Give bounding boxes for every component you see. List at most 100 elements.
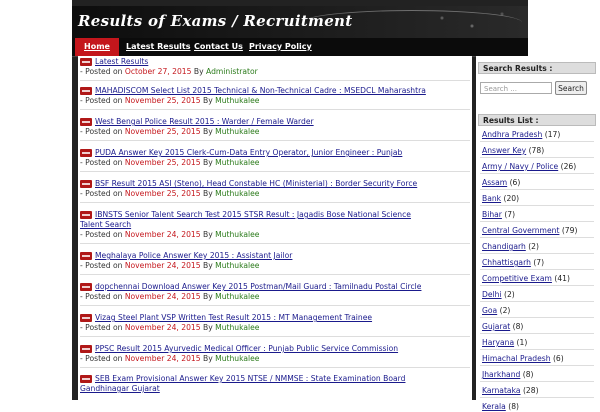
post-author[interactable]: Muthukalee	[215, 292, 259, 301]
category-count: (20)	[503, 194, 520, 203]
post-divider	[80, 336, 470, 337]
post-author[interactable]: Muthukalee	[215, 158, 259, 167]
nav-privacy-policy[interactable]: Privacy Policy	[249, 38, 312, 56]
post-title-link[interactable]: Latest Results	[95, 57, 148, 67]
post-author[interactable]: Muthukalee	[215, 189, 259, 198]
category-divider	[480, 173, 594, 174]
category-link[interactable]: Karnataka	[482, 386, 521, 395]
category-link[interactable]: Delhi	[482, 290, 502, 299]
post-title-link-continued[interactable]: Talent Search	[80, 220, 470, 230]
category-count: (6)	[552, 354, 564, 363]
post-date: November 25, 2015	[124, 127, 201, 136]
post-author[interactable]: Muthukalee	[215, 127, 259, 136]
post-author[interactable]: Administrator	[206, 67, 258, 76]
category-count: (6)	[509, 178, 521, 187]
post-item: PUDA Answer Key 2015 Clerk-Cum-Data Entr…	[80, 148, 470, 172]
post-divider	[80, 202, 470, 203]
result-thumbnail-icon	[80, 87, 92, 95]
category-item: Army / Navy / Police (26)	[482, 162, 594, 172]
nav-latest-results[interactable]: Latest Results	[126, 38, 191, 56]
category-link[interactable]: Bank	[482, 194, 501, 203]
post-title-link[interactable]: PUDA Answer Key 2015 Clerk-Cum-Data Entr…	[95, 148, 402, 158]
category-divider	[480, 317, 594, 318]
result-thumbnail-icon	[80, 252, 92, 260]
post-author[interactable]: Muthukalee	[215, 230, 259, 239]
post-divider	[80, 274, 470, 275]
by-label: By	[203, 261, 213, 270]
category-link[interactable]: Kerala	[482, 402, 506, 411]
nav-home[interactable]: Home	[75, 38, 119, 56]
category-link[interactable]: Competitive Exam	[482, 274, 552, 283]
post-title-link[interactable]: Vizag Steel Plant VSP Written Test Resul…	[95, 313, 372, 323]
category-link[interactable]: Jharkhand	[482, 370, 520, 379]
category-item: Chhattisgarh (7)	[482, 258, 594, 268]
category-link[interactable]: Central Government	[482, 226, 559, 235]
category-divider	[480, 397, 594, 398]
post-title-link[interactable]: dopchennai Download Answer Key 2015 Post…	[95, 282, 421, 292]
category-divider	[480, 269, 594, 270]
post-date: November 24, 2015	[124, 230, 201, 239]
post-title-link[interactable]: SEB Exam Provisional Answer Key 2015 NTS…	[95, 374, 405, 384]
site-title[interactable]: Results of Exams / Recruitment	[78, 12, 353, 30]
post-author[interactable]: Muthukalee	[215, 354, 259, 363]
category-item: Gujarat (8)	[482, 322, 594, 332]
post-item: BSF Result 2015 ASI (Steno), Head Consta…	[80, 179, 470, 203]
category-count: (1)	[516, 338, 528, 347]
category-link[interactable]: Himachal Pradesh	[482, 354, 551, 363]
post-title-link[interactable]: MAHADISCOM Select List 2015 Technical & …	[95, 86, 426, 96]
post-list: Latest Results - Posted on October 27, 2…	[78, 56, 472, 400]
category-link[interactable]: Gujarat	[482, 322, 510, 331]
category-link[interactable]: Army / Navy / Police	[482, 162, 558, 171]
search-input[interactable]: Search ...	[480, 82, 552, 94]
category-item: Bank (20)	[482, 194, 594, 204]
category-item: Delhi (2)	[482, 290, 594, 300]
category-link[interactable]: Chandigarh	[482, 242, 526, 251]
category-count: (2)	[499, 306, 511, 315]
post-title-link-continued[interactable]: Gandhinagar Gujarat	[80, 384, 470, 394]
posted-prefix: - Posted on	[80, 127, 123, 136]
result-thumbnail-icon	[80, 375, 92, 383]
posted-prefix: - Posted on	[80, 158, 123, 167]
category-link[interactable]: Goa	[482, 306, 497, 315]
category-item: Chandigarh (2)	[482, 242, 594, 252]
post-author[interactable]: Muthukalee	[215, 96, 259, 105]
category-link[interactable]: Bihar	[482, 210, 502, 219]
posted-prefix: - Posted on	[80, 67, 123, 76]
by-label: By	[193, 67, 204, 76]
category-divider	[480, 157, 594, 158]
category-link[interactable]: Andhra Pradesh	[482, 130, 542, 139]
category-divider	[480, 237, 594, 238]
nav-contact-us[interactable]: Contact Us	[194, 38, 243, 56]
category-divider	[480, 365, 594, 366]
category-link[interactable]: Chhattisgarh	[482, 258, 531, 267]
category-count: (28)	[522, 386, 539, 395]
category-link[interactable]: Assam	[482, 178, 507, 187]
post-item: Vizag Steel Plant VSP Written Test Resul…	[80, 313, 470, 337]
category-divider	[480, 333, 594, 334]
post-title-link[interactable]: PPSC Result 2015 Ayurvedic Medical Offic…	[95, 344, 398, 354]
post-title-link[interactable]: West Bengal Police Result 2015 : Warder …	[95, 117, 314, 127]
post-date: November 24, 2015	[124, 292, 201, 301]
category-item: Haryana (1)	[482, 338, 594, 348]
result-thumbnail-icon	[80, 283, 92, 291]
category-divider	[480, 253, 594, 254]
posted-prefix: - Posted on	[80, 189, 123, 198]
posted-prefix: - Posted on	[80, 323, 123, 332]
category-link[interactable]: Answer Key	[482, 146, 526, 155]
posted-prefix: - Posted on	[80, 96, 123, 105]
post-divider	[80, 243, 470, 244]
post-author[interactable]: Muthukalee	[215, 323, 259, 332]
post-title-link[interactable]: Meghalaya Police Answer Key 2015 : Assis…	[95, 251, 292, 261]
category-count: (78)	[528, 146, 545, 155]
post-item: MAHADISCOM Select List 2015 Technical & …	[80, 86, 470, 110]
by-label: By	[203, 127, 213, 136]
category-item: Andhra Pradesh (17)	[482, 130, 594, 140]
post-title-link[interactable]: IBNSTS Senior Talent Search Test 2015 ST…	[95, 210, 411, 220]
category-link[interactable]: Haryana	[482, 338, 514, 347]
post-author[interactable]: Muthukalee	[215, 261, 259, 270]
post-divider	[80, 367, 470, 368]
search-button[interactable]: Search	[555, 81, 587, 95]
post-title-link[interactable]: BSF Result 2015 ASI (Steno), Head Consta…	[95, 179, 417, 189]
post-item: Latest Results - Posted on October 27, 2…	[80, 57, 470, 81]
category-count: (79)	[561, 226, 578, 235]
